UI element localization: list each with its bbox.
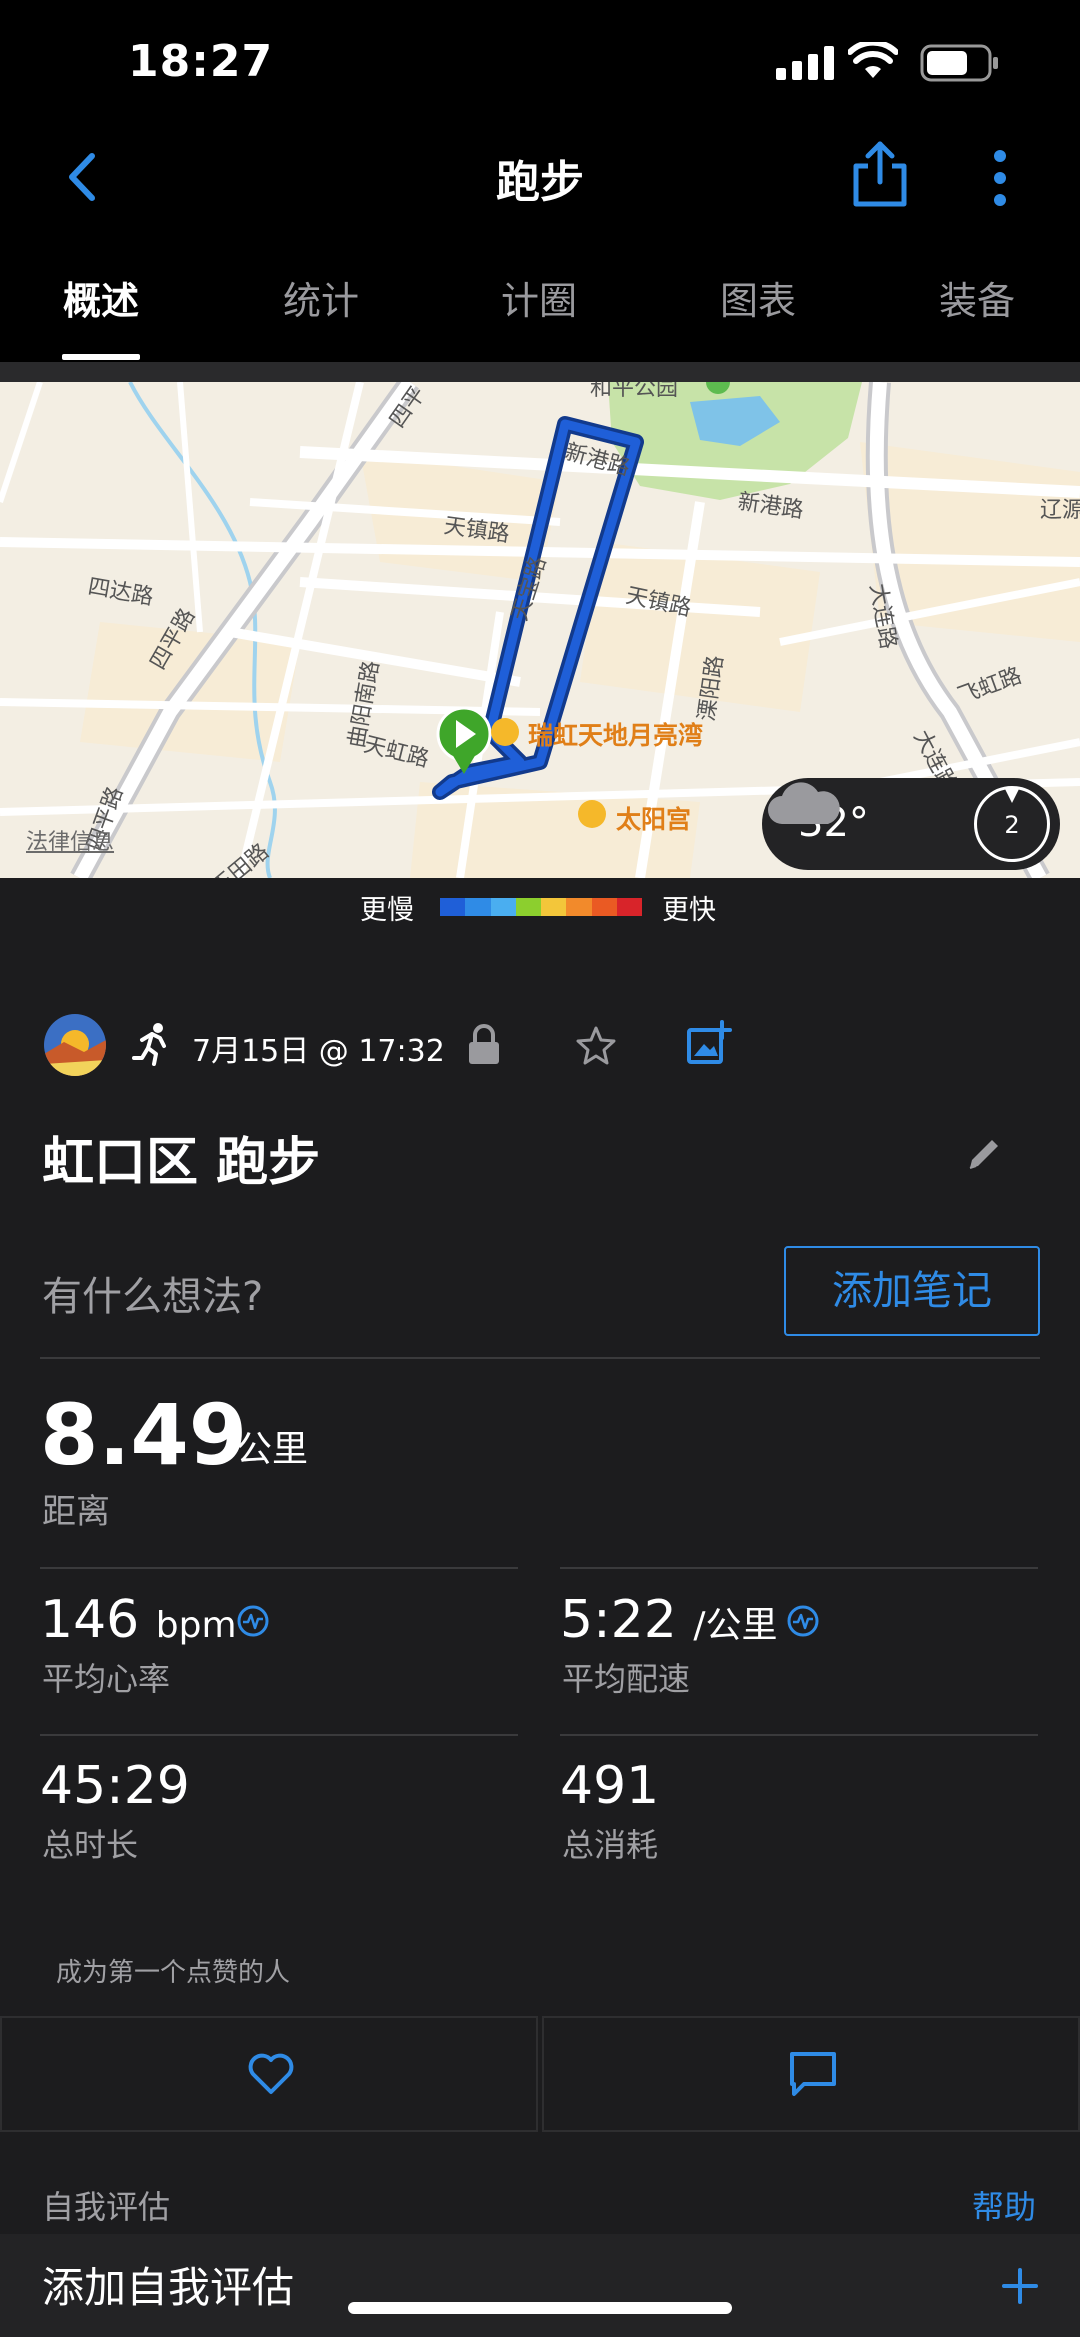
heart-rate-number: 146 xyxy=(40,1590,140,1650)
status-bar: 18:27 xyxy=(0,0,1080,120)
heart-rate-label: 平均心率 xyxy=(42,1660,171,1698)
pace-color-swatch xyxy=(616,898,642,916)
section-divider xyxy=(0,362,1080,382)
pace-value: 5:22 /公里 xyxy=(560,1590,777,1650)
poi-ruihong[interactable]: 瑞虹天地月亮湾 xyxy=(528,716,703,752)
add-self-evaluation-label: 添加自我评估 xyxy=(42,2263,295,2312)
route-map[interactable]: 和平公园 新港路 新港路 辽源 天镇路 天镇路 天宝路 四达路 四平路 四平路 … xyxy=(0,382,1080,878)
plus-icon[interactable] xyxy=(1000,2266,1040,2306)
wind-speed: 2 xyxy=(1004,811,1020,839)
pace-label: 平均配速 xyxy=(562,1660,691,1698)
add-photo-icon[interactable] xyxy=(686,1020,732,1066)
legal-info-link[interactable]: 法律信息 xyxy=(26,824,114,856)
poi-taiyang[interactable]: 太阳宫 xyxy=(616,800,691,836)
tab-charts[interactable]: 图表 xyxy=(688,270,828,325)
pencil-icon[interactable] xyxy=(964,1134,1004,1174)
tab-stats[interactable]: 统计 xyxy=(251,270,391,325)
likes-text: 成为第一个点赞的人 xyxy=(56,1958,291,1988)
home-indicator xyxy=(348,2302,732,2314)
status-time: 18:27 xyxy=(128,36,274,87)
wind-direction-icon xyxy=(1005,789,1019,803)
more-options-button[interactable] xyxy=(972,146,1028,210)
running-icon xyxy=(132,1023,166,1066)
tab-gear[interactable]: 装备 xyxy=(907,270,1047,325)
pace-color-swatch xyxy=(465,898,491,916)
star-icon[interactable] xyxy=(574,1024,618,1068)
lock-icon[interactable] xyxy=(466,1022,502,1066)
activity-date-time: 7月15日 @ 17:32 xyxy=(192,1034,445,1069)
pace-color-swatch xyxy=(541,898,567,916)
divider xyxy=(40,1567,518,1569)
pace-zone-icon[interactable] xyxy=(786,1604,820,1638)
pace-unit: /公里 xyxy=(693,1605,778,1646)
tab-laps[interactable]: 计圈 xyxy=(469,270,609,325)
like-button[interactable] xyxy=(0,2016,538,2132)
heart-rate-value: 146 bpm xyxy=(40,1590,237,1650)
duration-value: 45:29 xyxy=(40,1756,190,1816)
pace-color-swatch xyxy=(591,898,617,916)
tab-bar: 概述 统计 计圈 图表 装备 xyxy=(0,240,1080,362)
heart-rate-zone-icon[interactable] xyxy=(236,1604,270,1638)
social-action-bar xyxy=(0,2016,1080,2132)
weather-badge[interactable]: 32° 2 xyxy=(762,778,1060,870)
cloud-icon xyxy=(768,782,840,824)
calories-value: 491 xyxy=(560,1756,660,1816)
wind-indicator: 2 xyxy=(974,786,1050,862)
map-label-liaoyuan: 辽源 xyxy=(1040,498,1080,523)
pace-color-swatch xyxy=(515,898,541,916)
add-note-button[interactable]: 添加笔记 xyxy=(784,1246,1040,1336)
app-header: 跑步 xyxy=(0,120,1080,240)
pace-color-swatch xyxy=(490,898,516,916)
pace-color-swatch xyxy=(440,898,466,916)
divider xyxy=(560,1567,1038,1569)
comment-button[interactable] xyxy=(542,2016,1080,2132)
pace-color-swatch xyxy=(566,898,592,916)
pace-number: 5:22 xyxy=(560,1590,677,1650)
heart-icon xyxy=(248,2053,294,2094)
legend-fast-label: 更快 xyxy=(662,895,716,926)
tab-overview[interactable]: 概述 xyxy=(31,270,171,325)
cellular-signal-icon xyxy=(776,46,834,80)
add-self-evaluation-row[interactable]: 添加自我评估 xyxy=(0,2234,1080,2337)
share-button[interactable] xyxy=(848,138,912,210)
duration-label: 总时长 xyxy=(42,1826,139,1864)
distance-unit: 公里 xyxy=(236,1429,309,1470)
map-label-park: 和平公园 xyxy=(590,382,679,401)
pace-color-scale xyxy=(440,898,642,916)
notes-prompt[interactable]: 有什么想法? xyxy=(42,1264,263,1322)
page-title: 跑步 xyxy=(496,157,584,208)
avatar[interactable] xyxy=(44,1014,106,1076)
distance-value: 8.49 xyxy=(40,1386,248,1484)
help-link[interactable]: 帮助 xyxy=(972,2182,1036,2228)
distance-label: 距离 xyxy=(42,1492,110,1532)
pace-legend: 更慢 更快 xyxy=(0,878,1080,938)
wifi-icon xyxy=(848,42,898,78)
comment-icon xyxy=(790,2052,836,2096)
divider xyxy=(560,1734,1038,1736)
legend-slow-label: 更慢 xyxy=(360,895,414,926)
active-tab-indicator xyxy=(62,354,140,360)
heart-rate-unit: bpm xyxy=(155,1605,237,1646)
battery-icon xyxy=(920,44,998,82)
divider xyxy=(40,1357,1040,1359)
self-evaluation-label: 自我评估 xyxy=(42,2188,171,2226)
divider xyxy=(40,1734,518,1736)
calories-label: 总消耗 xyxy=(562,1826,659,1864)
activity-title: 虹口区 跑步 xyxy=(42,1133,321,1193)
